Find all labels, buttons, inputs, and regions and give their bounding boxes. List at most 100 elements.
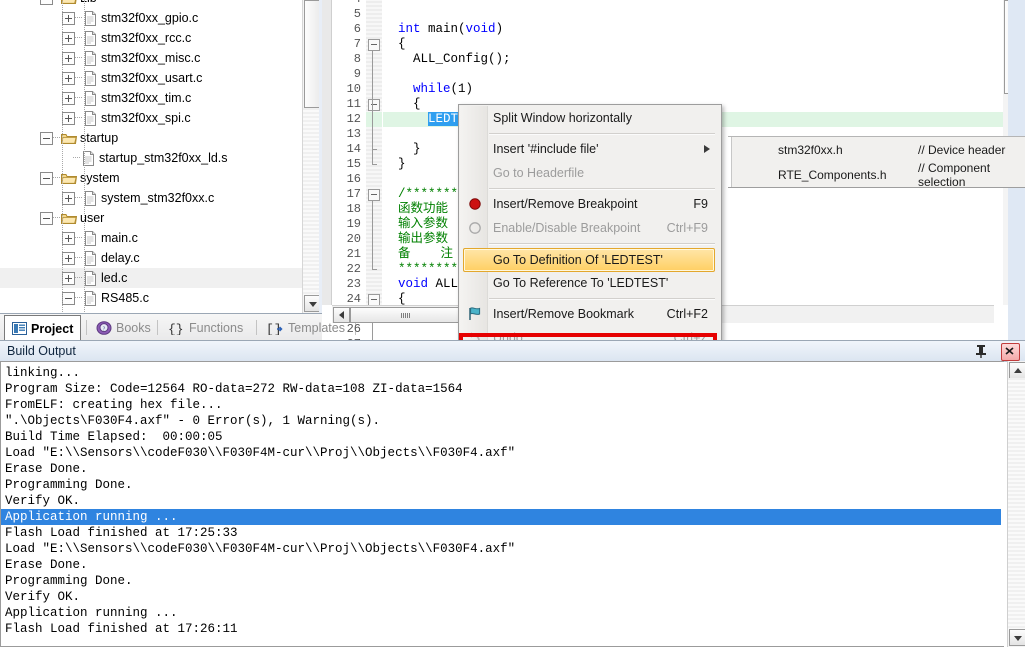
code-fold-toggle-icon[interactable] — [368, 189, 380, 201]
code-line[interactable]: { — [383, 292, 406, 305]
build-output-line[interactable]: ".\Objects\F030F4.axf" - 0 Error(s), 1 W… — [5, 413, 380, 429]
menu-item-go-to-headerfile[interactable]: Go to Headerfile — [460, 161, 720, 185]
build-output-line[interactable]: Erase Done. — [5, 557, 88, 573]
expand-icon[interactable] — [62, 71, 75, 85]
tree-file-item[interactable]: RS485.c — [0, 288, 302, 308]
project-pane-tabs[interactable]: Project? Books{} Functions[] Templates — [0, 313, 356, 341]
expand-icon[interactable] — [62, 231, 75, 245]
tree-file-item[interactable]: stm32f0xx_tim.c — [0, 88, 302, 108]
expand-icon[interactable] — [62, 31, 75, 45]
build-output-line[interactable]: Load "E:\\Sensors\\codeF030\\F030F4M-cur… — [5, 445, 515, 461]
scrollbar-track[interactable] — [303, 108, 320, 296]
editor-folding-column[interactable] — [366, 0, 382, 360]
scroll-up-arrow-icon[interactable] — [1009, 362, 1025, 379]
build-output-line[interactable]: Flash Load finished at 17:25:33 — [5, 525, 238, 541]
pin-icon[interactable] — [973, 343, 989, 359]
tree-file-item[interactable]: led.c — [0, 268, 302, 288]
build-output-line[interactable]: Program Size: Code=12564 RO-data=272 RW-… — [5, 381, 463, 397]
collapse-icon[interactable] — [40, 131, 53, 145]
menu-item-insert-remove-breakpoint[interactable]: Insert/Remove Breakpoint F9 — [460, 192, 720, 216]
build-output-title-bar[interactable]: Build Output — [0, 340, 1025, 362]
build-output-line[interactable]: Erase Done. — [5, 461, 88, 477]
menu-item-label: Go To Definition Of 'LEDTEST' — [493, 253, 663, 267]
tree-folder-item[interactable]: user — [0, 208, 302, 228]
tree-file-item[interactable]: stm32f0xx_usart.c — [0, 68, 302, 88]
build-output-line[interactable]: Load "E:\\Sensors\\codeF030\\F030F4M-cur… — [5, 541, 515, 557]
tree-file-item[interactable]: stm32f0xx_rcc.c — [0, 28, 302, 48]
scrollbar-thumb[interactable] — [350, 307, 465, 323]
code-line[interactable]: while(1) — [383, 82, 473, 97]
include-file-suggestion-popup[interactable]: stm32f0xx.h // Device header RTE_Compone… — [728, 136, 1025, 189]
build-output-line[interactable]: Programming Done. — [5, 573, 133, 589]
code-line[interactable]: /******** — [383, 187, 466, 202]
tree-folder-item[interactable]: startup — [0, 128, 302, 148]
code-line[interactable]: 函数功能 — [383, 202, 448, 217]
code-line[interactable]: 备 注 — [383, 247, 453, 262]
menu-item-insert-include-file[interactable]: Insert '#include file' — [460, 137, 720, 161]
scroll-down-arrow-icon[interactable] — [1009, 629, 1025, 646]
build-output-line[interactable]: Application running ... — [5, 605, 178, 621]
build-output-line[interactable]: Build Time Elapsed: 00:00:05 — [5, 429, 223, 445]
build-output-line[interactable]: Programming Done. — [5, 477, 133, 493]
collapse-icon[interactable] — [62, 291, 75, 305]
build-output-pane[interactable]: Build Output linking... Program Size: Cod… — [0, 340, 1025, 647]
c-file-icon — [84, 70, 97, 86]
build-output-line[interactable]: Verify OK. — [5, 493, 80, 509]
tree-file-item[interactable]: main.c — [0, 228, 302, 248]
project-tab-books[interactable]: ? Books — [89, 316, 158, 339]
code-line[interactable]: { — [383, 37, 406, 52]
close-button[interactable] — [1001, 343, 1020, 361]
menu-item-go-to-definition-of-ledtest[interactable]: Go To Definition Of 'LEDTEST' — [463, 248, 715, 272]
tree-file-item[interactable]: startup_stm32f0xx_ld.s — [0, 148, 302, 168]
expand-icon[interactable] — [62, 111, 75, 125]
build-output-text[interactable]: linking... Program Size: Code=12564 RO-da… — [0, 361, 1004, 647]
code-line[interactable]: ALL_Config(); — [383, 52, 511, 67]
expand-icon[interactable] — [62, 271, 75, 285]
build-output-line[interactable]: Verify OK. — [5, 589, 80, 605]
menu-item-go-to-reference-to-ledtest[interactable]: Go To Reference To 'LEDTEST' — [460, 271, 720, 295]
tree-file-item[interactable]: system_stm32f0xx.c — [0, 188, 302, 208]
build-output-line[interactable]: linking... — [5, 365, 80, 381]
scrollbar-track[interactable] — [1008, 378, 1025, 630]
build-output-line-selected[interactable]: Application running ... — [1, 509, 1001, 525]
menu-item-insert-remove-bookmark[interactable]: Insert/Remove Bookmark Ctrl+F2 — [460, 302, 720, 326]
code-line[interactable]: 输入参数 — [383, 217, 448, 232]
tree-file-item[interactable]: delay.c — [0, 248, 302, 268]
project-tab-project[interactable]: Project — [4, 315, 82, 341]
tree-folder-item[interactable]: Lib — [0, 0, 302, 8]
expand-icon[interactable] — [62, 191, 75, 205]
collapse-icon[interactable] — [40, 0, 53, 5]
tree-folder-item[interactable]: system — [0, 168, 302, 188]
build-output-line[interactable]: Flash Load finished at 17:26:11 — [5, 621, 238, 637]
code-line[interactable]: 输出参数 — [383, 232, 448, 247]
code-line[interactable]: { — [383, 97, 421, 112]
include-suggestion-row[interactable]: stm32f0xx.h // Device header — [728, 137, 1025, 162]
project-tree-vertical-scrollbar[interactable] — [302, 0, 321, 313]
menu-item-enable-disable-breakpoint[interactable]: Enable/Disable Breakpoint Ctrl+F9 — [460, 216, 720, 240]
collapse-icon[interactable] — [40, 171, 53, 185]
project-tree-pane[interactable]: Lib stm32f0xx_gpio.c stm32f0xx_rcc.c stm32f… — [0, 0, 322, 313]
code-line[interactable]: } — [383, 157, 406, 172]
scroll-left-arrow-icon[interactable] — [333, 307, 350, 323]
tree-file-item[interactable]: stm32f0xx_gpio.c — [0, 8, 302, 28]
tree-connector — [75, 77, 82, 79]
expand-icon[interactable] — [62, 51, 75, 65]
tree-file-item[interactable]: stm32f0xx_misc.c — [0, 48, 302, 68]
code-line[interactable]: } — [383, 142, 421, 157]
expand-icon[interactable] — [62, 11, 75, 25]
code-line[interactable]: void ALL — [383, 277, 458, 292]
code-line[interactable]: ******** — [383, 262, 458, 277]
build-output-vertical-scrollbar[interactable] — [1007, 361, 1025, 647]
collapse-icon[interactable] — [40, 211, 53, 225]
expand-icon[interactable] — [62, 91, 75, 105]
code-fold-toggle-icon[interactable] — [368, 39, 380, 51]
project-tab-functions[interactable]: {} Functions — [160, 316, 250, 339]
menu-item-split-window-horizontally[interactable]: Split Window horizontally — [460, 106, 720, 130]
tree-file-item[interactable]: stm32f0xx_spi.c — [0, 108, 302, 128]
expand-icon[interactable] — [62, 251, 75, 265]
code-line[interactable]: int main(void) — [383, 22, 503, 37]
build-output-line[interactable]: FromELF: creating hex file... — [5, 397, 223, 413]
code-fold-toggle-icon[interactable] — [368, 99, 380, 111]
include-suggestion-row[interactable]: RTE_Components.h // Component selection — [728, 161, 1025, 189]
line-number: 10 — [346, 82, 361, 96]
